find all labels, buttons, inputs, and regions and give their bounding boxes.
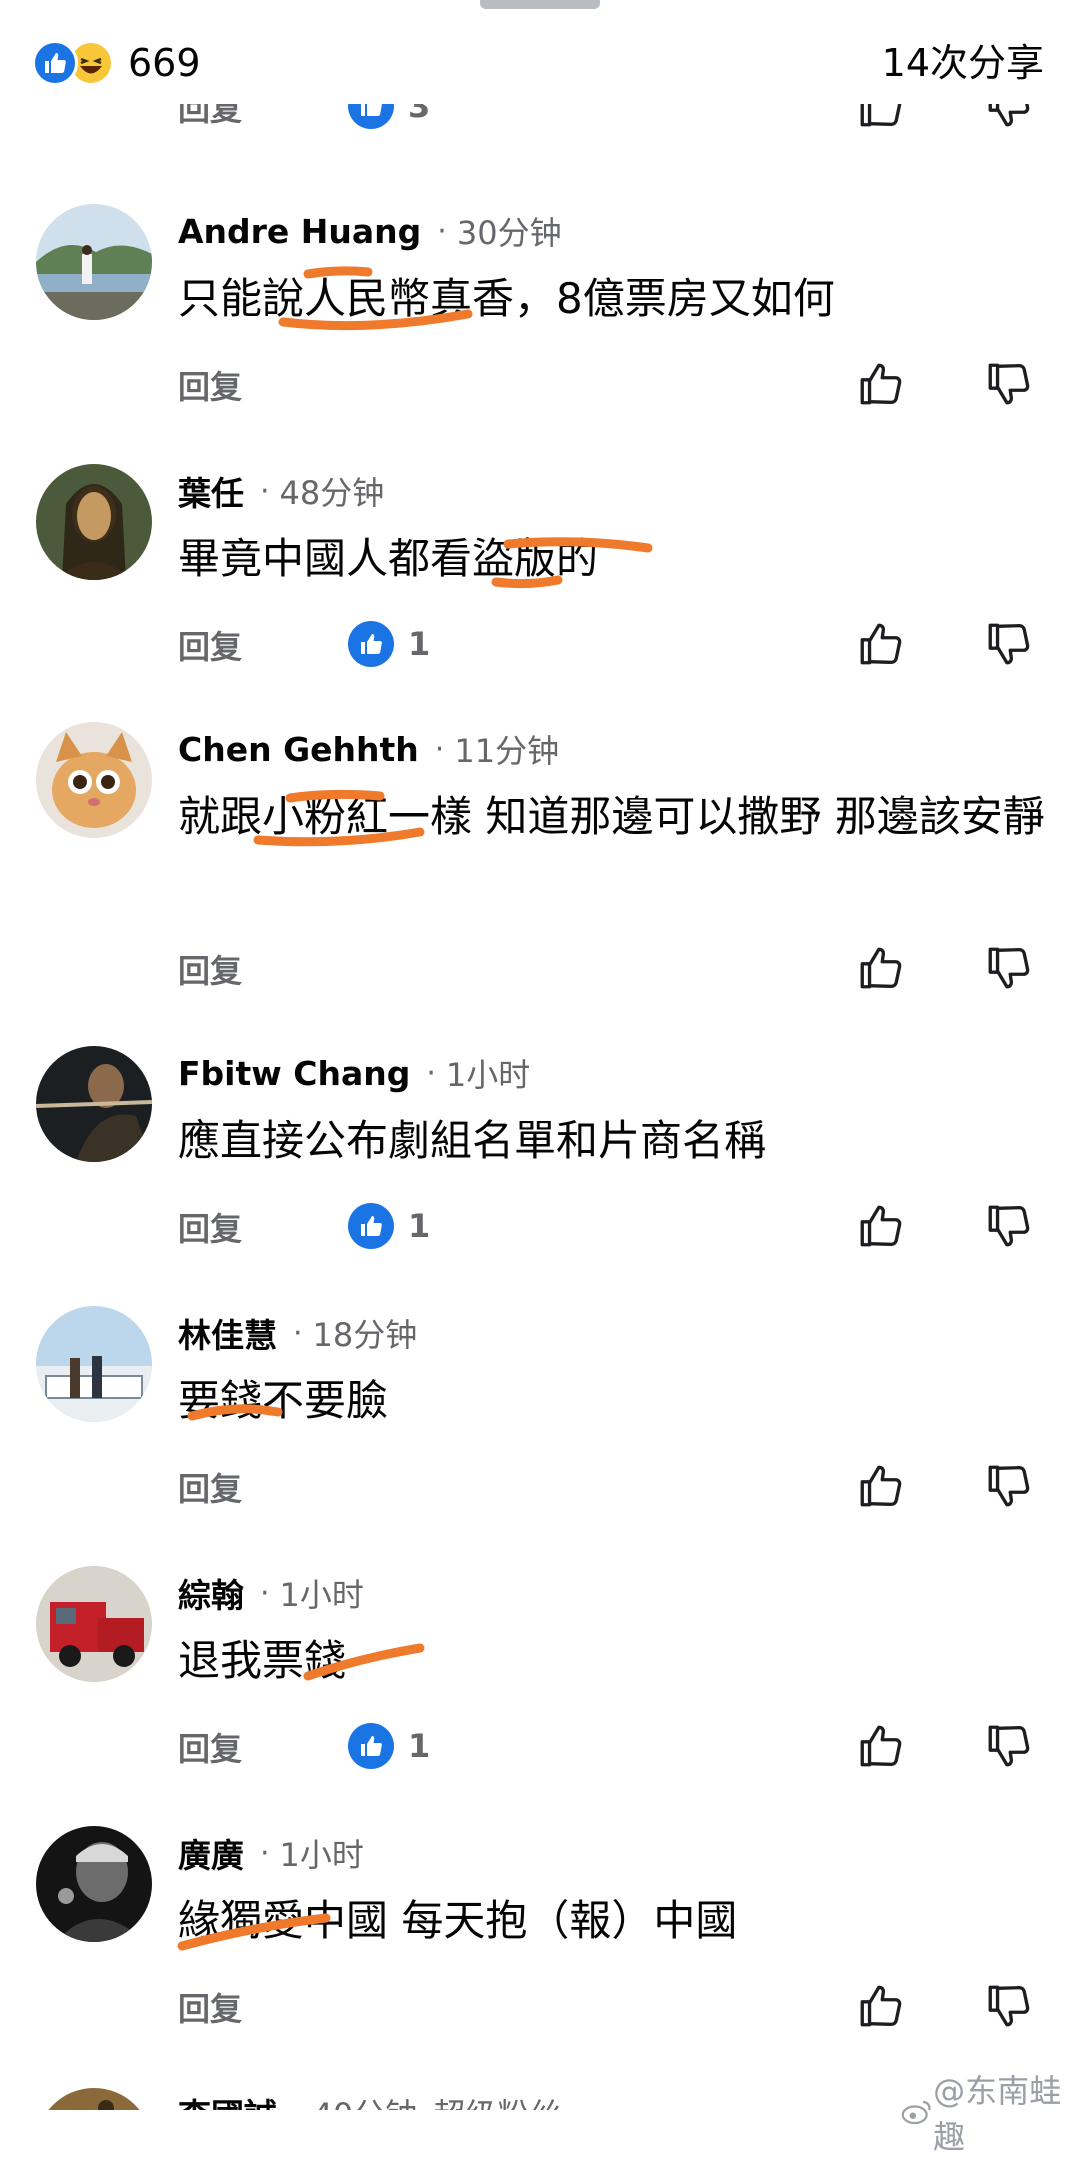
thumb-down-icon[interactable]: [984, 356, 1034, 412]
reaction-header: 669 14次分享: [0, 20, 1080, 104]
like-badge-icon: [348, 1203, 394, 1249]
thumb-up-icon[interactable]: [856, 104, 906, 134]
author-name[interactable]: Fbitw Chang: [178, 1054, 410, 1093]
timestamp: 18分钟: [312, 1316, 418, 1354]
comment-text: 緣獨愛中國 每天抱（報）中國: [178, 1896, 738, 1945]
timestamp: 1小时: [445, 1056, 531, 1094]
avatar[interactable]: [36, 204, 152, 320]
thumb-down-icon[interactable]: [984, 104, 1034, 134]
reply-button[interactable]: 回复: [178, 1984, 242, 2030]
like-count: 1: [348, 1722, 430, 1770]
thumb-down-icon[interactable]: [984, 1718, 1034, 1774]
like-count: 1: [348, 620, 430, 668]
thumb-down-icon[interactable]: [984, 1198, 1034, 1254]
timestamp: 30分钟: [456, 214, 562, 252]
author-name[interactable]: Andre Huang: [178, 212, 421, 251]
drag-handle[interactable]: [480, 0, 600, 9]
like-badge-icon: [348, 621, 394, 667]
thumb-down-icon[interactable]: [984, 1458, 1034, 1514]
reply-button[interactable]: 回复: [178, 1204, 242, 1250]
watermark: @东南蛙趣: [900, 2066, 1080, 2158]
like-icon: [32, 40, 78, 86]
timestamp: 1小时: [279, 1576, 364, 1614]
reply-button[interactable]: 回复: [178, 362, 242, 408]
thumb-up-icon[interactable]: [856, 356, 906, 412]
avatar[interactable]: [36, 1566, 152, 1682]
thumb-up-icon[interactable]: [856, 616, 906, 672]
avatar[interactable]: [36, 1826, 152, 1942]
share-count[interactable]: 14次分享: [882, 38, 1044, 88]
timestamp: 48分钟: [279, 474, 385, 512]
reaction-count: 669: [128, 41, 201, 85]
reply-button[interactable]: 回复: [178, 622, 242, 668]
like-count: 1: [348, 1202, 430, 1250]
reaction-summary[interactable]: 669: [32, 38, 201, 88]
like-badge-icon: [348, 1723, 394, 1769]
reply-button[interactable]: 回复: [178, 946, 242, 992]
avatar[interactable]: [36, 464, 152, 580]
comment-text: 應直接公布劇組名單和片商名稱: [178, 1116, 767, 1165]
like-count: 3: [348, 104, 430, 130]
author-name[interactable]: 李國誠: [178, 2089, 277, 2110]
thumb-down-icon[interactable]: [984, 616, 1034, 672]
avatar[interactable]: [36, 722, 152, 838]
thumb-up-icon[interactable]: [856, 1458, 906, 1514]
timestamp: 11分钟: [454, 732, 560, 770]
avatar[interactable]: [36, 1306, 152, 1422]
thumb-up-icon[interactable]: [856, 1978, 906, 2034]
comment-text: 要錢不要臉: [178, 1376, 389, 1425]
author-name[interactable]: 葉任: [178, 467, 244, 515]
author-name[interactable]: 廣廣: [178, 1829, 244, 1877]
author-name[interactable]: 林佳慧: [178, 1309, 277, 1357]
avatar[interactable]: [36, 1046, 152, 1162]
author-name[interactable]: Chen Gehhth: [178, 730, 419, 769]
timestamp: 1小时: [279, 1836, 364, 1874]
comment-text: 只能說人民幣真香，8億票房又如何: [178, 274, 835, 323]
partial-comment-actions: 回复 3: [0, 104, 1080, 144]
reply-button[interactable]: 回复: [178, 1724, 242, 1770]
timestamp: 40分钟: [313, 2090, 418, 2110]
fan-badge: 超级粉丝: [433, 2090, 561, 2110]
thumb-down-icon[interactable]: [984, 1978, 1034, 2034]
thumb-up-icon[interactable]: [856, 1198, 906, 1254]
comment-text: 畢竟中國人都看盜版的: [178, 534, 599, 583]
reply-button[interactable]: 回复: [178, 104, 242, 130]
thumb-down-icon[interactable]: [984, 940, 1034, 996]
thumb-up-icon[interactable]: [856, 940, 906, 996]
avatar[interactable]: [36, 2088, 152, 2110]
reply-button[interactable]: 回复: [178, 1464, 242, 1510]
like-badge-icon: [348, 104, 394, 129]
comment-text: 退我票錢: [178, 1636, 347, 1685]
author-name[interactable]: 綜翰: [178, 1569, 244, 1617]
comment-text: 就跟小粉紅一樣 知道那邊可以撒野 那邊該安靜: [178, 792, 1045, 841]
thumb-up-icon[interactable]: [856, 1718, 906, 1774]
weibo-icon: [901, 2100, 931, 2125]
